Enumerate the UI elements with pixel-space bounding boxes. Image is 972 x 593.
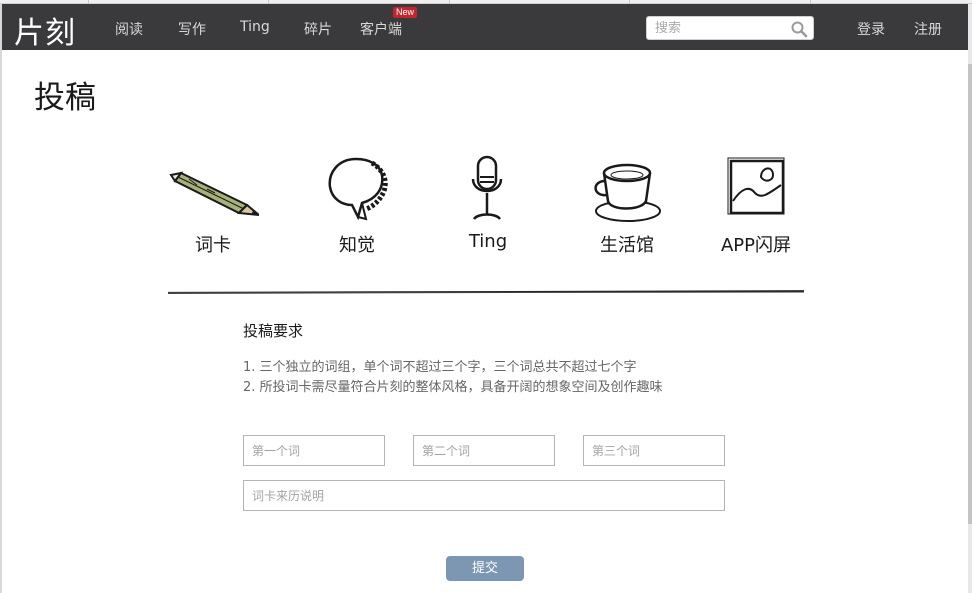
nav-link-write[interactable]: 写作 <box>178 19 206 39</box>
category-app-splash[interactable]: APP闪屏 <box>701 155 811 257</box>
pencil-icon <box>169 171 259 217</box>
category-label: APP闪屏 <box>720 235 792 256</box>
origin-description-input[interactable] <box>244 481 724 510</box>
requirement-item: 2. 所投词卡需尽量符合片刻的整体风格，具备开阔的想象空间及创作趣味 <box>243 380 663 395</box>
category-word-card[interactable]: 词卡 <box>158 155 268 257</box>
category-label: 知觉 <box>339 235 375 256</box>
site-logo[interactable]: 片刻 <box>14 8 76 52</box>
section-divider-shadow <box>168 292 804 293</box>
nav-link-fragments[interactable]: 碎片 <box>304 19 332 39</box>
category-perception[interactable]: 知觉 <box>302 155 412 257</box>
search-input[interactable] <box>655 20 785 37</box>
nav-link-ting[interactable]: Ting <box>240 19 270 35</box>
register-link[interactable]: 注册 <box>914 19 942 39</box>
requirement-item: 1. 三个独立的词组，单个词不超过三个字，三个词总共不超过七个字 <box>243 360 637 375</box>
origin-field-wrapper <box>243 480 725 511</box>
microphone-icon <box>471 155 503 220</box>
word1-field-wrapper <box>243 435 385 466</box>
nav-link-client[interactable]: 客户端 <box>360 19 402 39</box>
picture-frame-icon <box>727 157 785 215</box>
vertical-scrollbar[interactable] <box>968 4 972 593</box>
search-icon[interactable] <box>790 20 808 38</box>
word2-field-wrapper <box>413 435 555 466</box>
word3-field-wrapper <box>583 435 725 466</box>
top-navbar: 片刻 阅读 写作 Ting 碎片 客户端 New 登录 注册 <box>2 4 968 52</box>
word3-input[interactable] <box>584 436 724 465</box>
category-label: 生活馆 <box>600 235 654 256</box>
search-box <box>646 16 814 40</box>
nav-link-read[interactable]: 阅读 <box>115 19 143 39</box>
word2-input[interactable] <box>414 436 554 465</box>
coffee-cup-icon <box>594 163 661 222</box>
requirements-title: 投稿要求 <box>243 322 304 340</box>
page-title: 投稿 <box>34 80 96 116</box>
page-left-edge <box>0 4 2 593</box>
category-ting[interactable]: Ting <box>433 155 543 252</box>
new-badge: New <box>393 7 418 18</box>
submit-button[interactable]: 提交 <box>446 556 524 581</box>
category-label: Ting <box>468 231 508 252</box>
speech-bubble-icon <box>328 157 388 221</box>
word1-input[interactable] <box>244 436 384 465</box>
login-link[interactable]: 登录 <box>857 19 885 39</box>
category-life-house[interactable]: 生活馆 <box>572 155 682 257</box>
category-label: 词卡 <box>195 235 231 256</box>
scrollbar-thumb[interactable] <box>968 64 972 524</box>
